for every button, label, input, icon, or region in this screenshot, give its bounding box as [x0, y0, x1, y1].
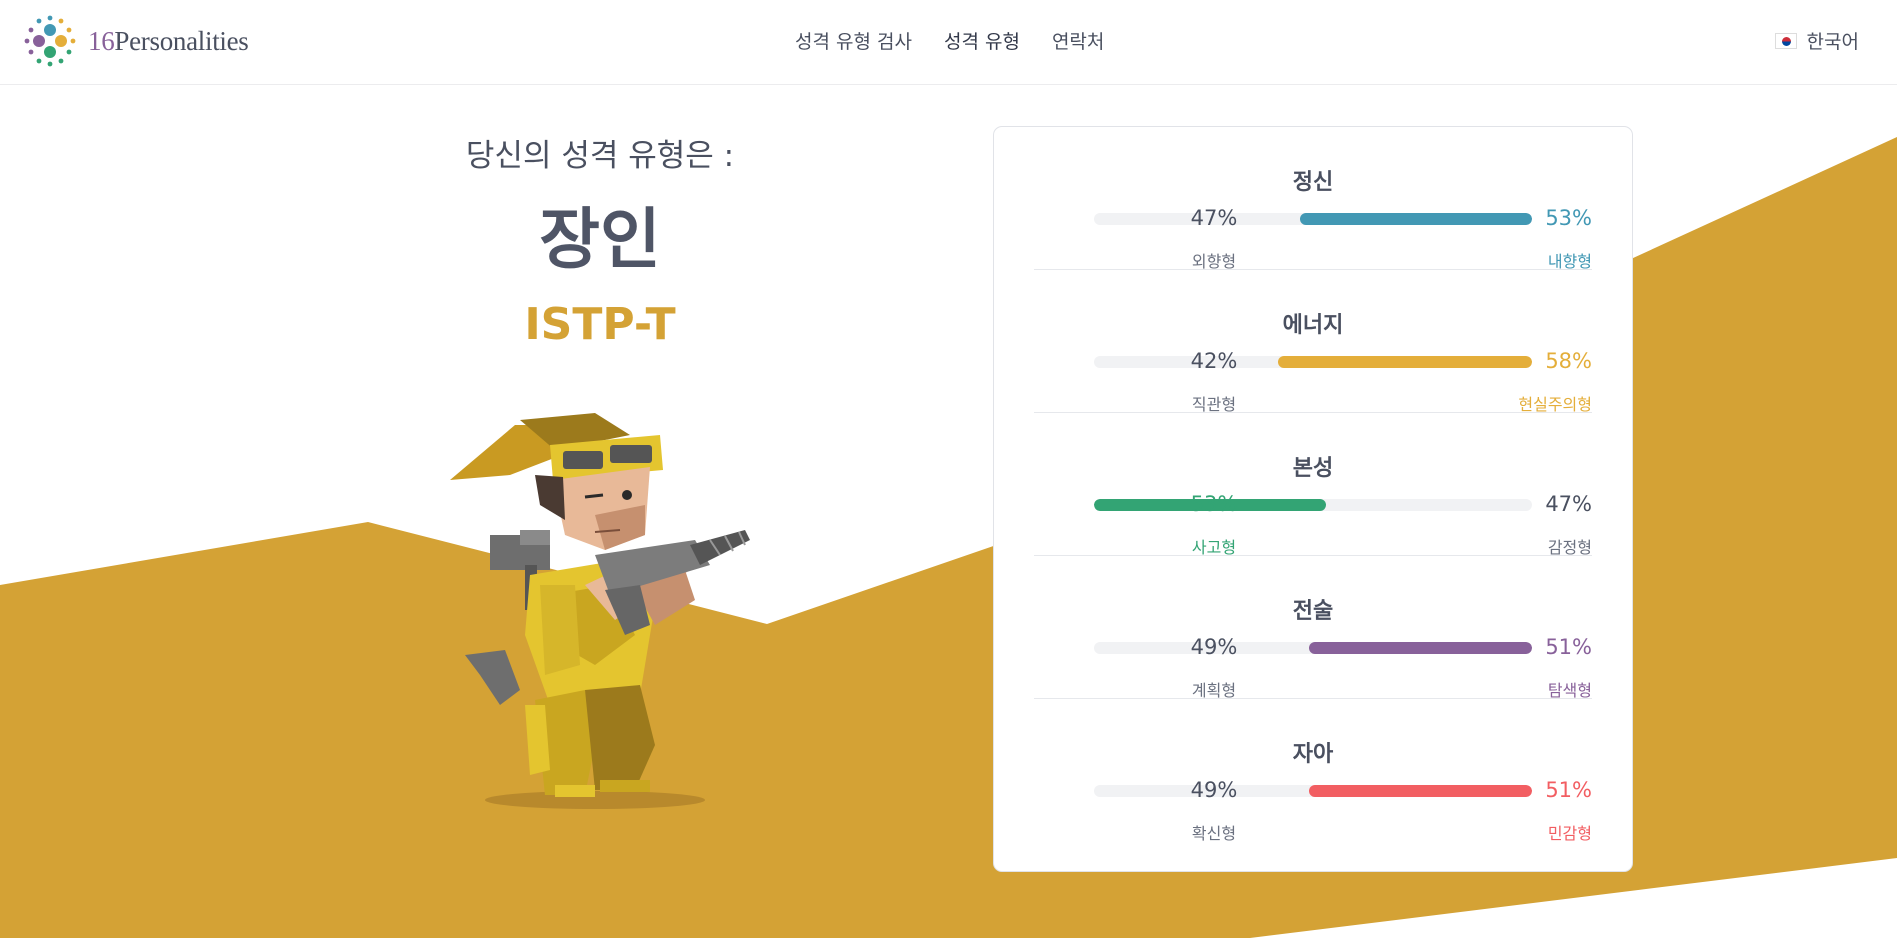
virtuoso-character-illustration	[450, 413, 750, 809]
result-subtitle: 당신의 성격 유형은 :	[465, 138, 735, 174]
personality-type-code: ISTP-T	[524, 299, 676, 350]
trait-left-label: 직관형	[1191, 395, 1237, 414]
language-label: 한국어	[1806, 31, 1859, 53]
trait-row[interactable]: 본성 53% 47% 사고형 감정형	[1034, 413, 1592, 557]
trait-row[interactable]: 자아 49% 51% 확신형 민감형	[1034, 699, 1592, 843]
logo-text: 16Personalities	[88, 26, 249, 57]
trait-left-percent: 53%	[1190, 492, 1238, 516]
trait-left-percent: 49%	[1190, 635, 1238, 659]
trait-title: 본성	[1292, 456, 1334, 481]
logo-number: 16	[88, 25, 115, 56]
trait-left-percent: 47%	[1190, 206, 1238, 230]
trait-left-label: 확신형	[1191, 824, 1237, 843]
trait-right-percent: 51%	[1545, 635, 1592, 659]
trait-right-percent: 53%	[1545, 206, 1592, 230]
trait-left-percent: 42%	[1190, 349, 1238, 373]
trait-title: 정신	[1292, 170, 1334, 195]
site-logo[interactable]: 16Personalities	[22, 13, 249, 69]
trait-title: 자아	[1292, 742, 1334, 767]
trait-left-label: 외향형	[1191, 252, 1237, 271]
nav-contact[interactable]: 연락처	[1052, 27, 1104, 54]
trait-left-label: 사고형	[1191, 538, 1237, 557]
language-selector[interactable]: 한국어	[1774, 27, 1859, 54]
logo-dots-icon	[24, 15, 76, 67]
result-heading-block: 당신의 성격 유형은 : 장인 ISTP-T	[420, 130, 780, 347]
top-navigation-bar: 16Personalities 성격 유형 검사 성격 유형 연락처 한국어	[0, 0, 1897, 85]
trait-row[interactable]: 에너지 42% 58% 직관형 현실주의형	[1034, 270, 1592, 414]
nav-personality-types[interactable]: 성격 유형	[944, 27, 1020, 54]
logo-word: Personalities	[114, 25, 249, 56]
trait-left-percent: 49%	[1190, 778, 1238, 802]
trait-title: 에너지	[1282, 313, 1344, 338]
personality-type-name: 장인	[539, 201, 661, 278]
trait-right-label: 감정형	[1547, 538, 1592, 557]
trait-right-percent: 47%	[1545, 492, 1592, 516]
trait-row[interactable]: 전술 49% 51% 계획형 탐색형	[1034, 556, 1592, 700]
trait-right-label: 민감형	[1547, 824, 1592, 843]
trait-row[interactable]: 정신 47% 53% 외향형 내향형	[1034, 127, 1592, 271]
trait-right-percent: 58%	[1545, 349, 1592, 373]
trait-right-label: 탐색형	[1547, 681, 1592, 700]
main-nav: 성격 유형 검사 성격 유형 연락처	[795, 27, 1104, 54]
personality-traits-card: 정신 47% 53% 외향형 내향형 에너지 42% 58% 직관형 현실주의형…	[993, 126, 1633, 872]
trait-right-label: 내향형	[1547, 252, 1592, 271]
trait-right-label: 현실주의형	[1518, 395, 1592, 414]
trait-title: 전술	[1292, 599, 1334, 624]
nav-personality-test[interactable]: 성격 유형 검사	[795, 27, 912, 54]
korea-flag-icon	[1774, 32, 1797, 49]
trait-left-label: 계획형	[1191, 681, 1237, 700]
trait-right-percent: 51%	[1545, 778, 1592, 802]
